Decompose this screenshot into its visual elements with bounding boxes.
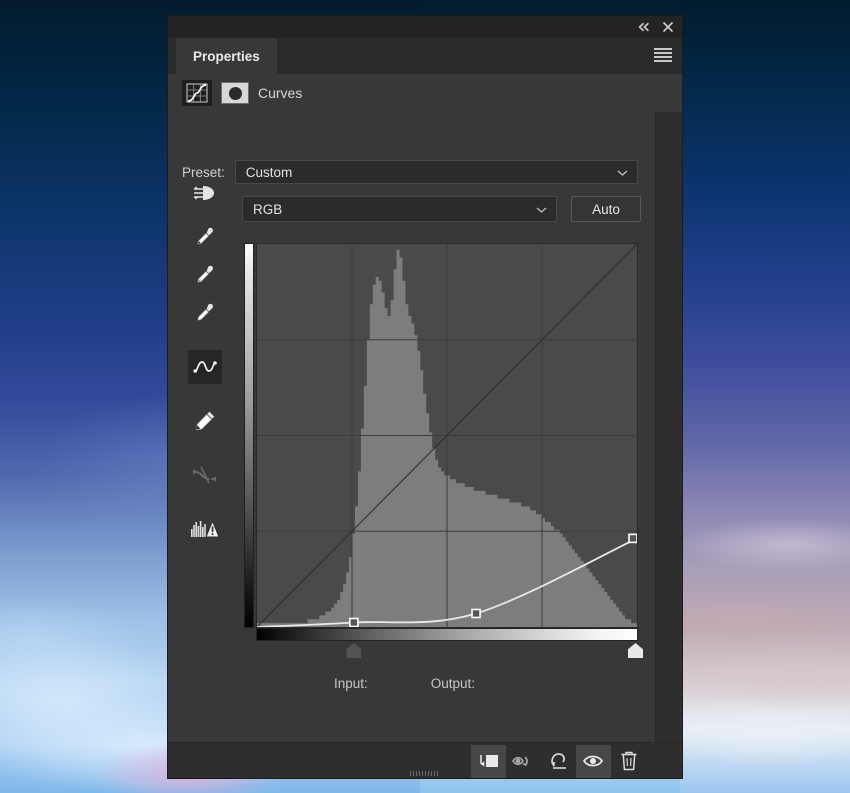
close-icon[interactable] [660,19,676,35]
panel-resize-grip[interactable] [410,771,440,776]
chevron-down-icon [617,165,628,180]
panel-footer [168,742,682,778]
panel-titlebar [168,16,682,38]
properties-panel: Properties Curves Preset: Custom RGB Aut… [168,16,682,778]
collapse-panel-icon[interactable] [636,19,652,35]
histogram-warning-icon[interactable] [188,512,222,546]
channel-select[interactable]: RGB [242,196,557,222]
output-label: Output: [430,676,476,691]
white-point-triangle-icon [628,643,643,658]
tab-properties-label: Properties [193,48,260,64]
input-readout: Input: [334,675,368,693]
input-gradient-bar [256,628,638,641]
pencil-icon[interactable] [188,404,222,438]
eyedropper-white-icon[interactable] [188,296,222,330]
footer-toolbar [471,743,646,779]
curve-control-point[interactable] [349,617,359,627]
screen: Properties Curves Preset: Custom RGB Aut… [0,0,850,793]
curves-adjustment-icon[interactable] [182,80,212,106]
curve-plot-svg [257,244,637,627]
preset-value: Custom [245,164,293,180]
on-image-adjustment-icon[interactable] [188,176,222,210]
curve-plot-area[interactable] [256,243,638,628]
adjustment-header: Curves [168,74,682,112]
background-clouds-right [680,0,850,793]
clip-to-layer-button[interactable] [471,744,506,778]
curve-control-point[interactable] [471,608,481,619]
panel-right-strip [655,112,682,742]
curves-graph: Input: Output: [244,243,643,691]
channel-value: RGB [253,201,283,217]
eyedropper-gray-icon[interactable] [188,258,222,292]
reset-adjustment-button[interactable] [541,745,576,778]
panel-menu-icon[interactable] [654,48,672,62]
panel-window-controls [636,16,676,38]
auto-button[interactable]: Auto [571,196,641,222]
chevron-down-icon [536,202,547,217]
preset-row: Preset: Custom [182,160,638,184]
output-readout: Output: [431,675,475,693]
tab-properties[interactable]: Properties [176,38,277,74]
output-gradient-bar [244,243,254,628]
panel-body: Preset: Custom RGB Auto Input: Output: [168,112,655,742]
black-point-triangle-icon [346,643,362,658]
input-output-readout: Input: Output: [334,675,475,693]
auto-button-label: Auto [592,201,620,217]
input-label: Input: [334,676,368,691]
adjustment-title: Curves [258,85,303,101]
layer-mask-thumbnail[interactable] [221,82,249,104]
curve-points-icon[interactable] [188,350,222,384]
channel-row: RGB Auto [242,196,641,222]
panel-tabstrip: Properties [168,38,682,74]
delete-adjustment-layer-button[interactable] [611,745,646,778]
curve-control-point[interactable] [628,533,637,544]
toggle-layer-visibility-button[interactable] [576,744,611,778]
eyedropper-black-icon[interactable] [188,220,222,254]
preset-select[interactable]: Custom [234,160,638,184]
view-previous-state-button[interactable] [506,745,541,778]
smooth-curve-icon[interactable] [188,458,222,492]
curves-tool-rail [182,176,228,550]
